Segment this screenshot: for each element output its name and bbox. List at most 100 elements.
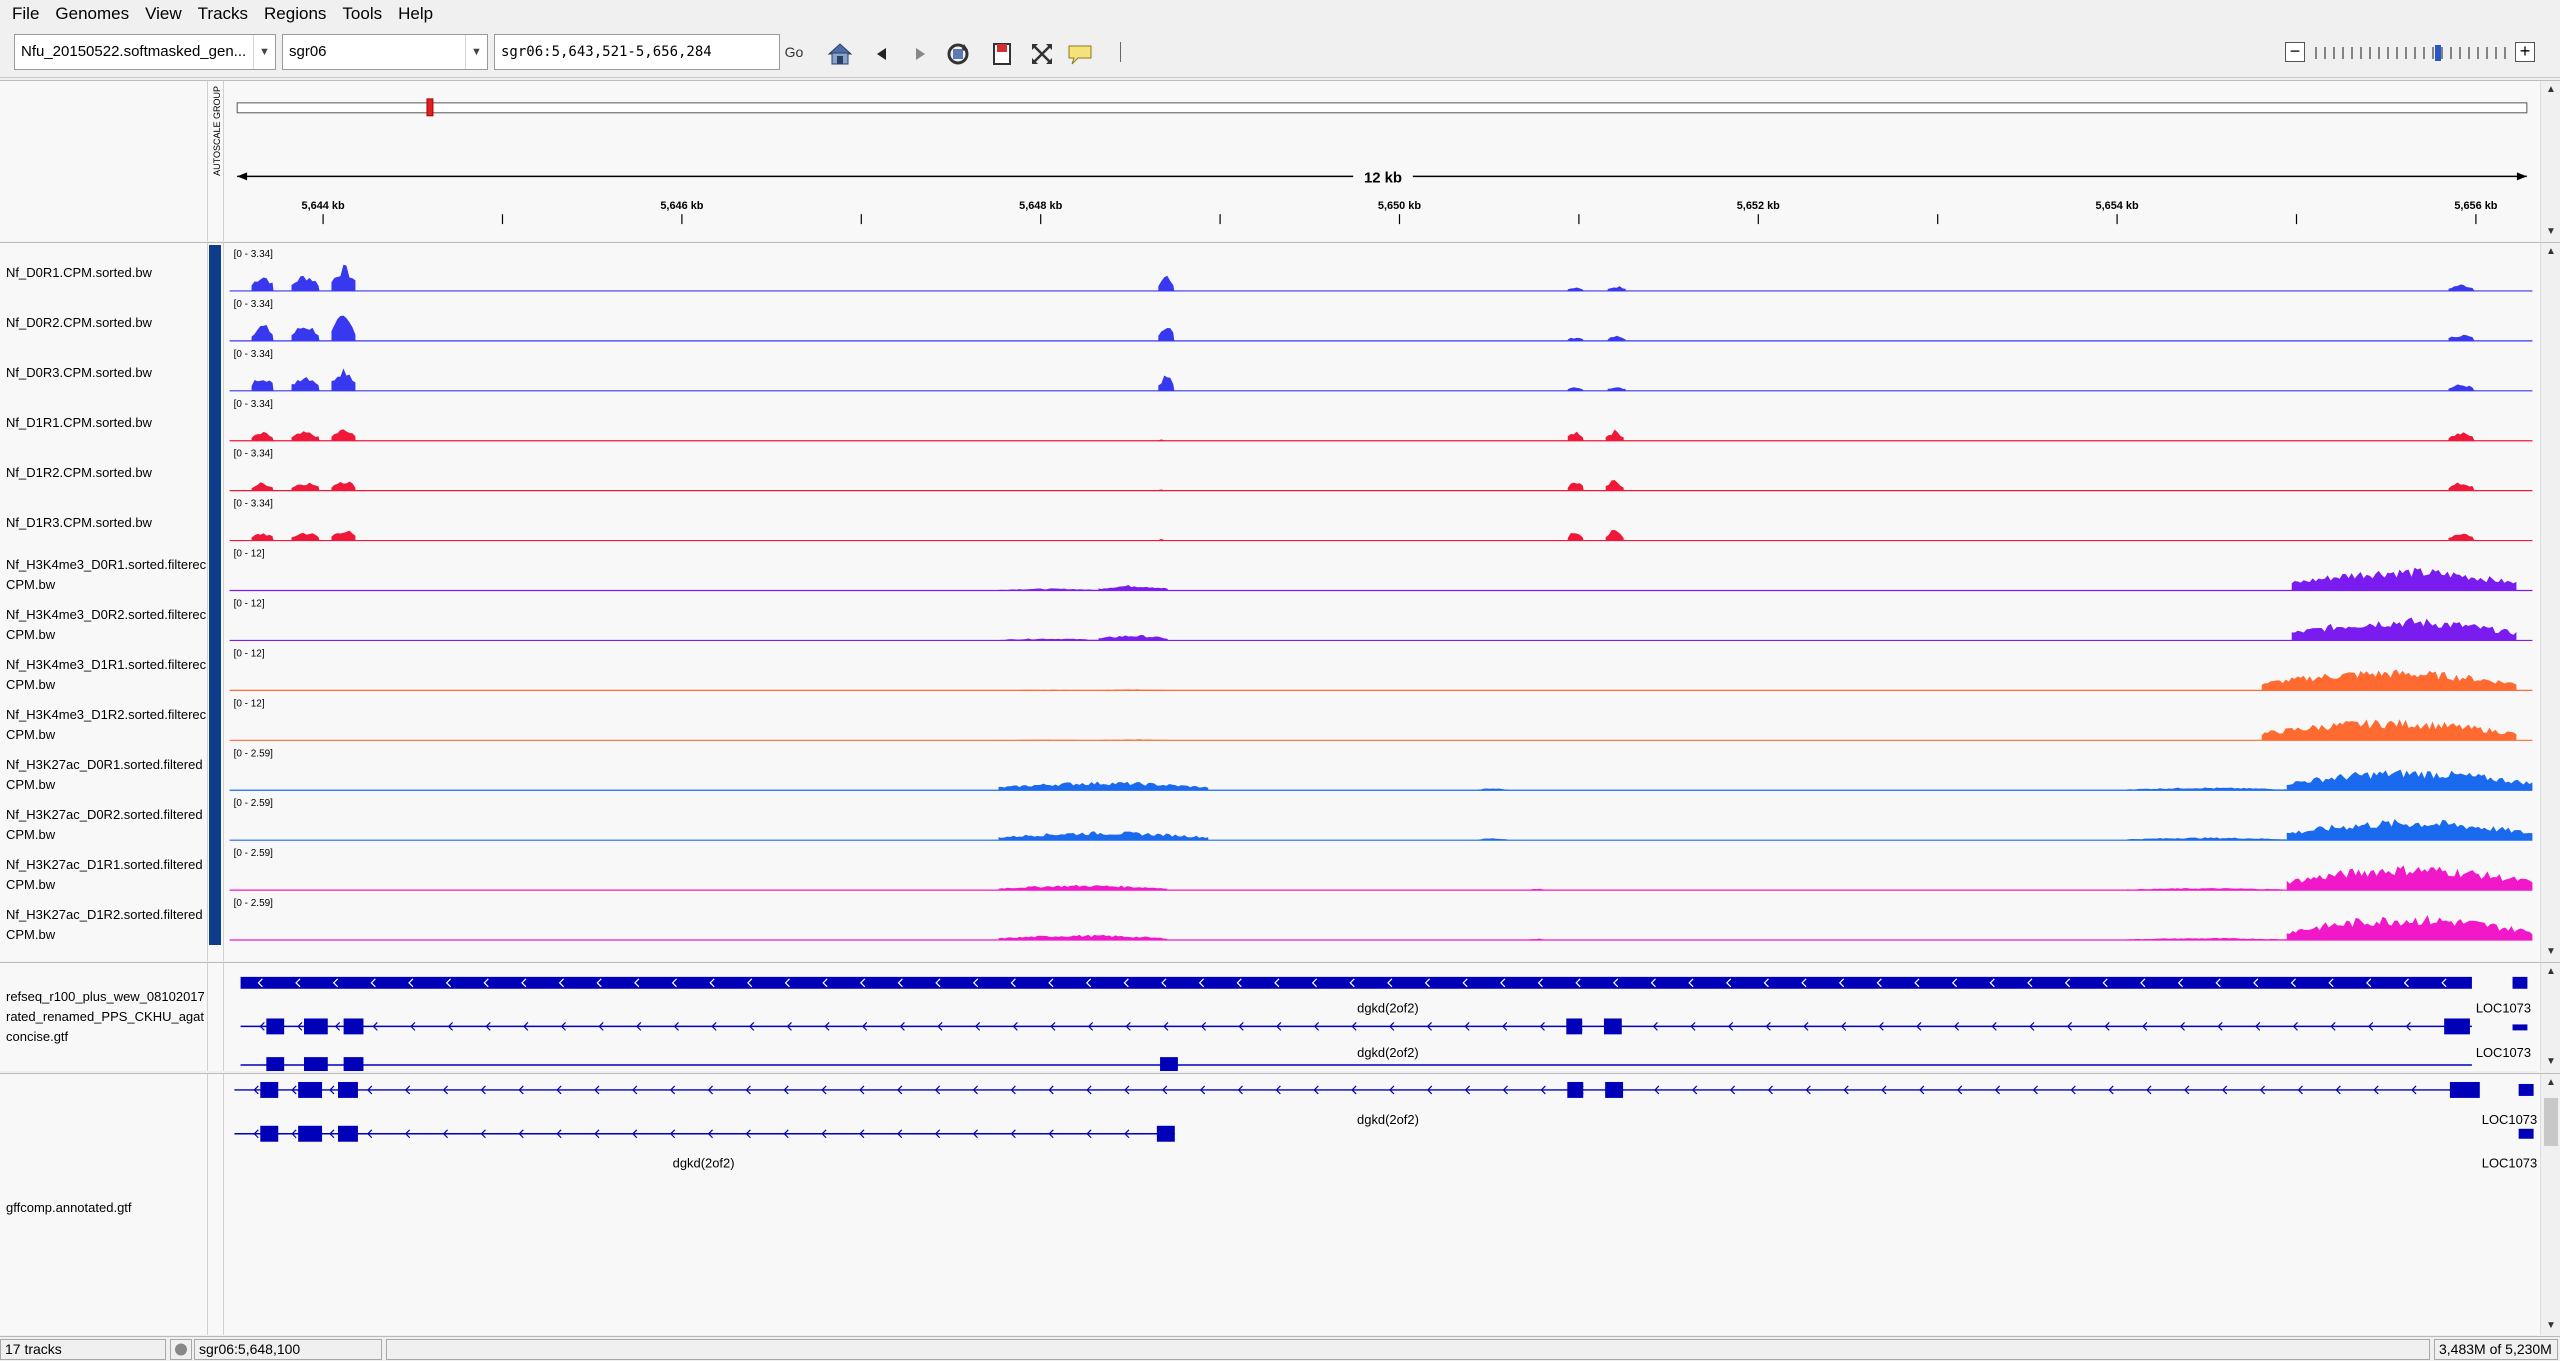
scroll-down-icon[interactable]: ▼ xyxy=(2541,225,2560,239)
ruler-tick-label: 5,654 kb xyxy=(2096,200,2139,212)
scroll-up-icon[interactable]: ▲ xyxy=(2541,83,2560,97)
signal-track[interactable]: [0 - 3.34] xyxy=(229,499,2533,542)
ruler-scrollbar[interactable]: ▲ ▼ xyxy=(2540,81,2560,241)
refresh-icon[interactable] xyxy=(944,40,972,68)
track-name[interactable]: Nf_H3K27ac_D0R1.sorted.filtered CPM.bw xyxy=(6,755,203,795)
track-name[interactable]: Nf_H3K27ac_D1R2.sorted.filtered CPM.bw xyxy=(6,905,203,945)
attribute-header-label: AUTOSCALE GROUP xyxy=(212,86,222,176)
track-name[interactable]: Nf_D0R3.CPM.sorted.bw xyxy=(6,363,152,383)
ruler-tick-label: 5,650 kb xyxy=(1378,200,1421,212)
exon xyxy=(343,1018,364,1035)
track-name[interactable]: Nf_D1R2.CPM.sorted.bw xyxy=(6,463,152,483)
scroll-up-icon[interactable]: ▲ xyxy=(2541,965,2560,979)
track-name[interactable]: Nf_D1R1.CPM.sorted.bw xyxy=(6,413,152,433)
exon xyxy=(260,1125,279,1142)
ruler-view[interactable]: 12 kb 5,644 kb 5,646 kb 5,648 kb 5,650 kb 5,… xyxy=(228,81,2538,241)
signal-track[interactable]: [0 - 2.59] xyxy=(229,898,2533,941)
signal-track[interactable]: [0 - 2.59] xyxy=(229,748,2533,791)
resize-icon[interactable] xyxy=(1028,40,1056,68)
exon xyxy=(1566,1018,1583,1035)
track-data-range: [0 - 3.34] xyxy=(234,399,274,410)
zoom-slider-thumb xyxy=(2435,45,2441,61)
menu-genomes[interactable]: Genomes xyxy=(49,0,139,28)
track-name[interactable]: Nf_H3K4me3_D1R1.sorted.filterec CPM.bw xyxy=(6,655,206,695)
signal-track[interactable]: [0 - 3.34] xyxy=(229,449,2533,492)
signal-area xyxy=(229,669,2533,691)
signal-track[interactable]: [0 - 2.59] xyxy=(229,848,2533,891)
track-name-refseq[interactable]: refseq_r100_plus_wew_08102017 rated_rena… xyxy=(6,987,205,1047)
signal-track[interactable]: [0 - 12] xyxy=(229,698,2533,741)
gene-model[interactable] xyxy=(240,1018,2472,1035)
exon xyxy=(2444,1018,2470,1035)
scrollbar-thumb[interactable] xyxy=(2544,1098,2558,1146)
signal-track[interactable]: [0 - 3.34] xyxy=(229,249,2533,292)
scroll-down-icon[interactable]: ▼ xyxy=(2541,945,2560,959)
track-name[interactable]: Nf_D0R1.CPM.sorted.bw xyxy=(6,263,152,283)
chevron-down-icon: ▼ xyxy=(253,35,275,69)
exon xyxy=(303,1057,328,1071)
annotation-panel-refseq: refseq_r100_plus_wew_08102017 rated_rena… xyxy=(0,962,2560,1071)
autoscale-group-attribute[interactable] xyxy=(209,245,221,945)
genome-select[interactable]: Nfu_20150522.softmasked_gen... ▼ xyxy=(14,34,276,70)
menu-tracks[interactable]: Tracks xyxy=(192,0,258,28)
track-name[interactable]: Nf_H3K4me3_D0R2.sorted.filterec CPM.bw xyxy=(6,605,206,645)
gffcomp-gene-track[interactable]: dgkd(2of2) LOC1073 dgkd(2of2) LOC1073 xyxy=(228,1074,2538,1335)
signal-track[interactable]: [0 - 3.34] xyxy=(229,299,2533,342)
back-arrow-icon[interactable] xyxy=(868,40,896,68)
refseq-gene-track[interactable]: dgkd(2of2) LOC1073 dgkd(2of2) LOC1073 xyxy=(228,963,2538,1071)
popup-info-icon[interactable] xyxy=(1066,40,1094,68)
exon xyxy=(1603,1018,1622,1035)
scroll-up-icon[interactable]: ▲ xyxy=(2541,1076,2560,1090)
data-panel-scrollbar[interactable]: ▲ ▼ xyxy=(2540,243,2560,961)
signal-track[interactable]: [0 - 3.34] xyxy=(229,399,2533,442)
menu-bar: File Genomes View Tracks Regions Tools H… xyxy=(0,0,2560,28)
menu-regions[interactable]: Regions xyxy=(258,0,336,28)
scroll-down-icon[interactable]: ▼ xyxy=(2541,1055,2560,1069)
annotation-scrollbar[interactable]: ▲ ▼ xyxy=(2540,963,2560,1071)
chromosome-select[interactable]: sgr06 ▼ xyxy=(282,34,488,70)
signal-track[interactable]: [0 - 2.59] xyxy=(229,798,2533,841)
ruler-tick-label: 5,648 kb xyxy=(1019,200,1062,212)
menu-file[interactable]: File xyxy=(6,0,49,28)
signal-track-view[interactable]: [0 - 3.34] [0 - 3.34] [0 - 3.34] [0 - 3.34]… xyxy=(228,243,2538,961)
signal-track[interactable]: [0 - 12] xyxy=(229,598,2533,642)
track-name[interactable]: Nf_D0R2.CPM.sorted.bw xyxy=(6,313,152,333)
ruler-name-column xyxy=(0,81,208,241)
scroll-down-icon[interactable]: ▼ xyxy=(2541,1319,2560,1333)
go-button[interactable]: Go xyxy=(782,34,806,70)
zoom-slider[interactable] xyxy=(2312,44,2508,62)
track-name[interactable]: Nf_H3K4me3_D0R1.sorted.filterec CPM.bw xyxy=(6,555,206,595)
track-name[interactable]: Nf_D1R3.CPM.sorted.bw xyxy=(6,513,152,533)
exon xyxy=(2449,1081,2480,1098)
signal-track[interactable]: [0 - 3.34] xyxy=(229,349,2533,392)
track-data-range: [0 - 12] xyxy=(234,549,265,560)
zoom-in-button[interactable]: + xyxy=(2515,42,2535,62)
scroll-up-icon[interactable]: ▲ xyxy=(2541,245,2560,259)
menu-help[interactable]: Help xyxy=(392,0,443,28)
menu-view[interactable]: View xyxy=(139,0,192,28)
locus-input[interactable] xyxy=(494,34,780,70)
signal-track[interactable]: [0 - 12] xyxy=(229,648,2533,691)
menu-tools[interactable]: Tools xyxy=(336,0,392,28)
signal-area xyxy=(229,429,2533,441)
signal-area xyxy=(229,915,2533,941)
track-name[interactable]: Nf_H3K27ac_D1R1.sorted.filtered CPM.bw xyxy=(6,855,203,895)
annotation-scrollbar[interactable]: ▲ ▼ xyxy=(2540,1074,2560,1335)
signal-area xyxy=(229,617,2533,641)
track-name[interactable]: Nf_H3K27ac_D0R2.sorted.filtered CPM.bw xyxy=(6,805,203,845)
forward-arrow-icon[interactable] xyxy=(906,40,934,68)
ruler-span-label: 12 kb xyxy=(1364,170,1402,186)
zoom-out-button[interactable]: − xyxy=(2285,42,2305,62)
gene-label: dgkd(2of2) xyxy=(1357,1001,1419,1016)
attribute-column: AUTOSCALE GROUP xyxy=(208,81,224,241)
roi-icon[interactable] xyxy=(988,40,1016,68)
attribute-column xyxy=(208,243,224,961)
home-icon[interactable] xyxy=(826,40,854,68)
gene-model[interactable] xyxy=(234,1125,1175,1142)
track-name-gffcomp[interactable]: gffcomp.annotated.gtf xyxy=(6,1198,132,1218)
gene-model[interactable] xyxy=(234,1081,2480,1098)
track-name[interactable]: Nf_H3K4me3_D1R2.sorted.filterec CPM.bw xyxy=(6,705,206,745)
gene-label: LOC1073 xyxy=(2482,1112,2537,1127)
signal-track[interactable]: [0 - 12] xyxy=(229,549,2533,592)
data-panel: Nf_D0R1.CPM.sorted.bw Nf_D0R2.CPM.sorted.… xyxy=(0,242,2560,961)
